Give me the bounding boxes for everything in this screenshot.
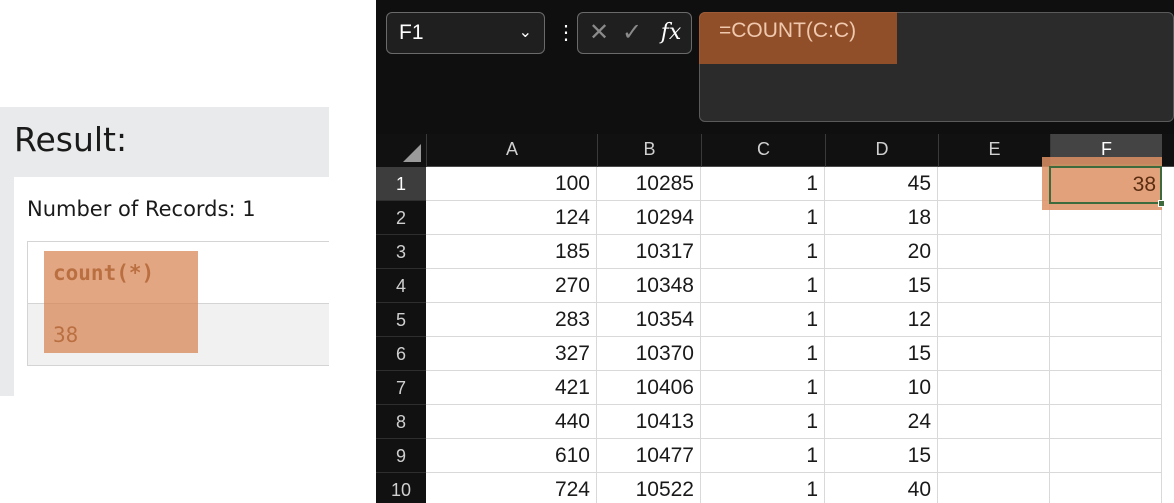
column-header-c[interactable]: C xyxy=(701,134,825,167)
cell-e7[interactable] xyxy=(938,371,1050,405)
cell-e4[interactable] xyxy=(938,269,1050,303)
cell-e1[interactable] xyxy=(938,167,1050,201)
spreadsheet-window: F1 ⌄ ⋮ ✕ ✓ fx =COUNT(C:C) A B C D E F 11… xyxy=(376,0,1174,503)
cell-f9[interactable] xyxy=(1050,439,1162,473)
record-count: Number of Records: 1 xyxy=(27,197,256,221)
row-header-4[interactable]: 4 xyxy=(376,269,426,303)
row-header-7[interactable]: 7 xyxy=(376,371,426,405)
cell-b7[interactable]: 10406 xyxy=(597,371,701,405)
cell-f1-value[interactable]: 38 xyxy=(1050,168,1160,202)
cell-d8[interactable]: 24 xyxy=(825,405,938,439)
row-header-1[interactable]: 1 xyxy=(376,167,426,201)
cell-c6[interactable]: 1 xyxy=(701,337,825,371)
row-header-3[interactable]: 3 xyxy=(376,235,426,269)
row-header-9[interactable]: 9 xyxy=(376,439,426,473)
cell-c5[interactable]: 1 xyxy=(701,303,825,337)
cell-a10[interactable]: 724 xyxy=(426,473,597,503)
column-header-d[interactable]: D xyxy=(825,134,938,167)
cell-d4[interactable]: 15 xyxy=(825,269,938,303)
cell-a8[interactable]: 440 xyxy=(426,405,597,439)
cell-e6[interactable] xyxy=(938,337,1050,371)
cell-d9[interactable]: 15 xyxy=(825,439,938,473)
cell-e3[interactable] xyxy=(938,235,1050,269)
row-header-2[interactable]: 2 xyxy=(376,201,426,235)
name-box-value: F1 xyxy=(399,21,424,44)
cell-d3[interactable]: 20 xyxy=(825,235,938,269)
sql-result-panel: Result: Number of Records: 1 count(*) 38 xyxy=(0,0,376,503)
cell-b2[interactable]: 10294 xyxy=(597,201,701,235)
confirm-formula-icon[interactable]: ✓ xyxy=(618,13,646,53)
row-header-8[interactable]: 8 xyxy=(376,405,426,439)
cell-f3[interactable] xyxy=(1050,235,1162,269)
cell-e2[interactable] xyxy=(938,201,1050,235)
cell-a7[interactable]: 421 xyxy=(426,371,597,405)
cell-d1[interactable]: 45 xyxy=(825,167,938,201)
column-header-b[interactable]: B xyxy=(597,134,701,167)
result-title: Result: xyxy=(14,120,128,159)
cell-c9[interactable]: 1 xyxy=(701,439,825,473)
cell-b4[interactable]: 10348 xyxy=(597,269,701,303)
name-box[interactable]: F1 ⌄ xyxy=(386,12,545,54)
result-highlight xyxy=(44,251,198,353)
cancel-formula-icon[interactable]: ✕ xyxy=(586,13,612,53)
formula-buttons: ✕ ✓ fx xyxy=(577,12,692,54)
cell-a4[interactable]: 270 xyxy=(426,269,597,303)
cell-c7[interactable]: 1 xyxy=(701,371,825,405)
chevron-down-icon[interactable]: ⌄ xyxy=(519,13,532,53)
cell-c10[interactable]: 1 xyxy=(701,473,825,503)
cell-e8[interactable] xyxy=(938,405,1050,439)
cell-e10[interactable] xyxy=(938,473,1050,503)
cell-f5[interactable] xyxy=(1050,303,1162,337)
cell-d5[interactable]: 12 xyxy=(825,303,938,337)
cell-a2[interactable]: 124 xyxy=(426,201,597,235)
cell-c2[interactable]: 1 xyxy=(701,201,825,235)
cell-a9[interactable]: 610 xyxy=(426,439,597,473)
cell-f8[interactable] xyxy=(1050,405,1162,439)
cell-c3[interactable]: 1 xyxy=(701,235,825,269)
row-header-6[interactable]: 6 xyxy=(376,337,426,371)
insert-function-icon[interactable]: fx xyxy=(656,13,686,53)
cell-b10[interactable]: 10522 xyxy=(597,473,701,503)
cell-d2[interactable]: 18 xyxy=(825,201,938,235)
cell-a5[interactable]: 283 xyxy=(426,303,597,337)
cell-f7[interactable] xyxy=(1050,371,1162,405)
cell-b1[interactable]: 10285 xyxy=(597,167,701,201)
row-header-5[interactable]: 5 xyxy=(376,303,426,337)
select-all-icon[interactable] xyxy=(403,144,421,162)
more-options-icon[interactable]: ⋮ xyxy=(556,18,576,48)
cell-e5[interactable] xyxy=(938,303,1050,337)
cell-c8[interactable]: 1 xyxy=(701,405,825,439)
cell-a1[interactable]: 100 xyxy=(426,167,597,201)
cell-b6[interactable]: 10370 xyxy=(597,337,701,371)
cell-f4[interactable] xyxy=(1050,269,1162,303)
formula-text[interactable]: =COUNT(C:C) xyxy=(719,19,856,43)
row-header-10[interactable]: 10 xyxy=(376,473,426,503)
cell-d7[interactable]: 10 xyxy=(825,371,938,405)
cell-d6[interactable]: 15 xyxy=(825,337,938,371)
cell-f6[interactable] xyxy=(1050,337,1162,371)
cell-e9[interactable] xyxy=(938,439,1050,473)
column-header-e[interactable]: E xyxy=(938,134,1050,167)
cell-a6[interactable]: 327 xyxy=(426,337,597,371)
cell-f10[interactable] xyxy=(1050,473,1162,503)
cell-a3[interactable]: 185 xyxy=(426,235,597,269)
cell-d10[interactable]: 40 xyxy=(825,473,938,503)
column-header-a[interactable]: A xyxy=(426,134,597,167)
cell-b9[interactable]: 10477 xyxy=(597,439,701,473)
cell-b3[interactable]: 10317 xyxy=(597,235,701,269)
cell-b8[interactable]: 10413 xyxy=(597,405,701,439)
cell-c4[interactable]: 1 xyxy=(701,269,825,303)
cell-b5[interactable]: 10354 xyxy=(597,303,701,337)
cell-c1[interactable]: 1 xyxy=(701,167,825,201)
